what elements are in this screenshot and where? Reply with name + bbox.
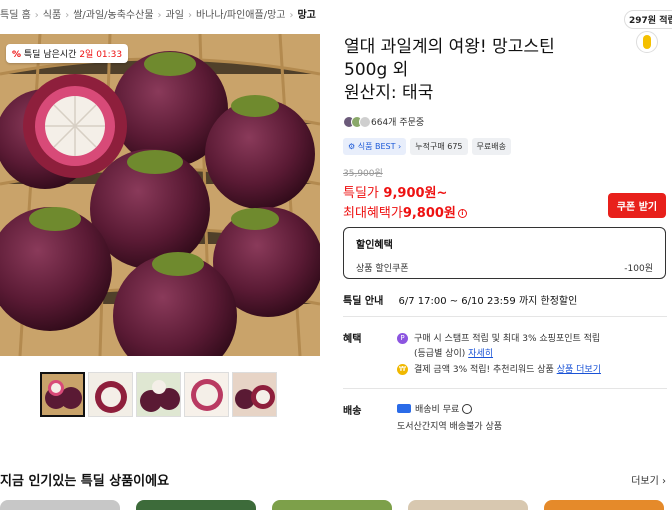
tag-cumulative: 누적구매 675 <box>410 138 468 155</box>
thumbnail-3[interactable] <box>136 372 181 417</box>
thumbnail-5[interactable] <box>232 372 277 417</box>
benefit-reward-text: 결제 금액 3% 적립! 추천리워드 상품 <box>414 365 554 375</box>
coupon-button[interactable]: 쿠폰 받기 <box>608 193 666 218</box>
timer-label: 특딜 남은시간 <box>23 50 77 60</box>
shipping-fee-row: 배송비 무료 <box>397 402 473 415</box>
deal-info: 특딜 안내 6/7 17:00 ~ 6/10 23:59 까지 한정할인 <box>343 292 577 307</box>
deal-price-row: 특딜가 9,900원~ <box>343 182 447 201</box>
mangosteen-photo <box>0 34 320 356</box>
popular-card-2[interactable] <box>136 500 256 510</box>
benefit-stamp-detail: (등급별 상이) 자세히 <box>414 346 493 359</box>
breadcrumb: 특딜 홈 › 식품 › 쌀/과일/농축수산물 › 과일 › 바나나/파인애플/망고 › 망고 <box>0 6 316 21</box>
divider <box>343 316 667 317</box>
shipping-note: 도서산간지역 배송불가 상품 <box>397 422 503 432</box>
breadcrumb-banana[interactable]: 바나나/파인애플/망고 <box>196 10 286 21</box>
max-benefit-price-row: 최대혜택가9,800원 i <box>343 202 467 221</box>
discount-box: 할인혜택 상품 할인쿠폰 -100원 <box>343 227 666 279</box>
popular-card-5[interactable] <box>544 500 664 510</box>
benefit-more-link[interactable]: 상품 더보기 <box>557 365 601 375</box>
deal-price-value: 9,900원~ <box>383 186 448 201</box>
coin-icon <box>636 31 658 53</box>
shipping-label: 배송 <box>343 406 362 417</box>
product-main-image: % 특딜 남은시간 2일 01:33 <box>0 34 320 356</box>
tag-food-best-label: 식품 BEST <box>357 142 396 151</box>
discount-item-value: -100원 <box>624 264 653 274</box>
popular-section-title: 지금 인기있는 특딜 상품이에요 <box>0 474 170 489</box>
thumbnail-4[interactable] <box>184 372 229 417</box>
more-link-label: 더보기 <box>631 476 659 487</box>
title-line-1: 열대 과일계의 여왕! 망고스틴 <box>344 37 555 57</box>
info-icon[interactable]: i <box>457 209 467 218</box>
reward-floating-badge[interactable]: 297원 적립 <box>624 8 672 53</box>
discount-item-label: 상품 할인쿠폰 <box>356 264 409 274</box>
more-link[interactable]: 더보기 › <box>631 472 666 487</box>
popular-card-1[interactable] <box>0 500 120 510</box>
thumbnail-2[interactable] <box>88 372 133 417</box>
order-stats: 664개 주문중 <box>343 115 424 128</box>
popular-card-3[interactable] <box>272 500 392 510</box>
order-count: 664개 주문중 <box>371 118 425 128</box>
original-price: 35,900원 <box>343 169 383 179</box>
thumbnail-1[interactable] <box>40 372 85 417</box>
reward-amount: 297원 적립 <box>624 10 672 29</box>
tag-free-shipping: 무료배송 <box>471 138 511 155</box>
info-circle-icon[interactable] <box>462 403 473 414</box>
breadcrumb-separator: › <box>289 10 294 21</box>
title-line-3: 원산지: 태국 <box>344 83 434 103</box>
breadcrumb-separator: › <box>34 10 39 21</box>
truck-icon <box>397 404 411 413</box>
breadcrumb-home[interactable]: 특딜 홈 <box>0 10 31 21</box>
benefit-reward: ₩ 결제 금액 3% 적립! 추천리워드 상품 상품 더보기 <box>397 362 601 375</box>
tag-food-best[interactable]: ⚙ 식품 BEST › <box>343 138 407 155</box>
deal-info-label: 특딜 안내 <box>343 296 384 307</box>
divider <box>343 388 667 389</box>
popular-cards <box>0 500 664 510</box>
discount-row: 상품 할인쿠폰 -100원 <box>356 261 653 274</box>
breadcrumb-food[interactable]: 식품 <box>43 10 61 21</box>
benefit-grade-text: (등급별 상이) <box>414 349 466 359</box>
shipping-fee: 배송비 무료 <box>415 405 460 415</box>
deal-timer: % 특딜 남은시간 2일 01:33 <box>6 44 129 63</box>
title-line-2: 500g 외 <box>344 60 409 80</box>
max-benefit-label: 최대혜택가 <box>343 206 403 221</box>
breadcrumb-separator: › <box>187 10 192 21</box>
timer-remaining: 2일 01:33 <box>79 50 123 60</box>
benefits-label: 혜택 <box>343 334 362 345</box>
breadcrumb-rice-fruit[interactable]: 쌀/과일/농축수산물 <box>73 10 153 21</box>
reward-icon: ₩ <box>397 364 408 375</box>
point-icon: P <box>397 333 408 344</box>
discount-title: 할인혜택 <box>356 240 393 251</box>
max-benefit-value: 9,800원 <box>402 206 456 221</box>
timer-percent-icon: % <box>12 50 22 60</box>
benefit-stamp: P 구매 시 스탬프 적립 및 최대 3% 쇼핑포인트 적립 <box>397 331 600 344</box>
breadcrumb-separator: › <box>65 10 70 21</box>
popular-card-4[interactable] <box>408 500 528 510</box>
product-title: 열대 과일계의 여왕! 망고스틴 500g 외 원산지: 태국 <box>344 36 614 105</box>
deal-price-label: 특딜가 <box>343 186 379 201</box>
buyer-avatars <box>343 115 371 128</box>
thumbnail-strip <box>40 372 277 417</box>
benefit-stamp-text: 구매 시 스탬프 적립 및 최대 3% 쇼핑포인트 적립 <box>414 334 601 344</box>
breadcrumb-fruit[interactable]: 과일 <box>166 10 184 21</box>
breadcrumb-mango[interactable]: 망고 <box>297 10 315 21</box>
product-tags: ⚙ 식품 BEST › 누적구매 675 무료배송 <box>343 138 511 155</box>
breadcrumb-separator: › <box>157 10 162 21</box>
benefit-detail-link[interactable]: 자세히 <box>468 349 493 359</box>
deal-info-text: 6/7 17:00 ~ 6/10 23:59 까지 한정할인 <box>398 296 578 307</box>
